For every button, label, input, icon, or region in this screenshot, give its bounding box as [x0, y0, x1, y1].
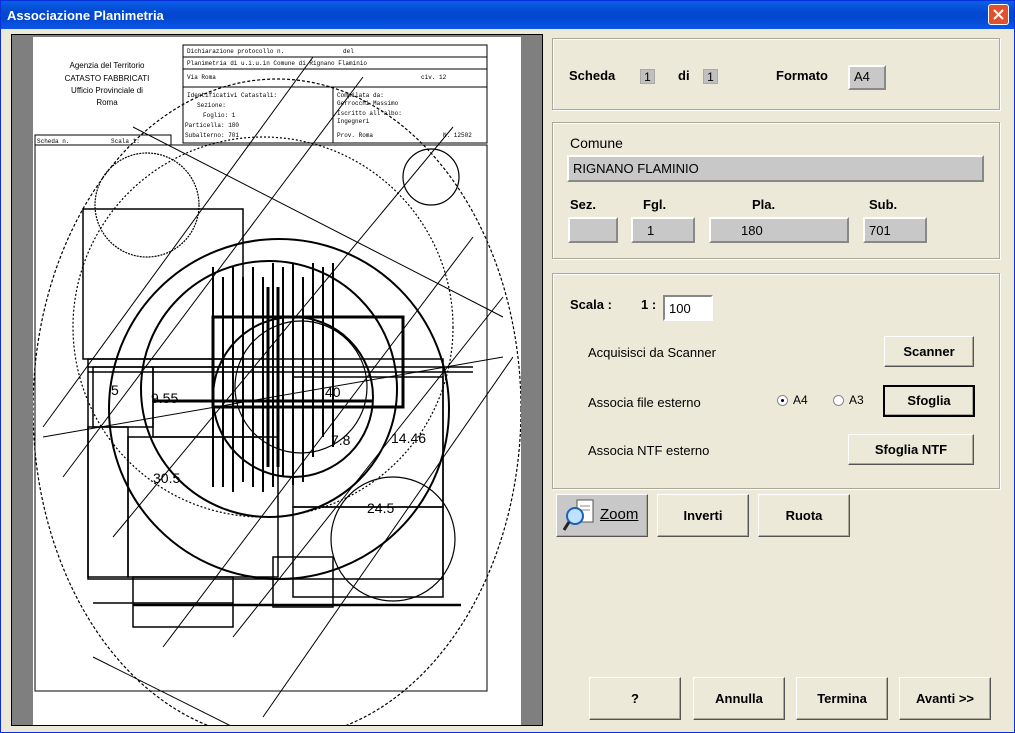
pla-field[interactable]: 180	[709, 217, 849, 243]
radio-a4[interactable]	[777, 395, 788, 406]
window-title: Associazione Planimetria	[7, 8, 164, 23]
civ-text: civ. 12	[421, 74, 447, 81]
scheda-total: 1	[703, 69, 718, 84]
sfoglia-ntf-button[interactable]: Sfoglia NTF	[848, 434, 974, 465]
org-line1: Agenzia del Territorio	[69, 61, 145, 70]
sub-field[interactable]: 701	[863, 217, 927, 243]
zoom-icon	[563, 499, 594, 531]
room-label: 30.5	[153, 470, 180, 486]
scala-label: Scala :	[570, 297, 612, 312]
file-label: Associa file esterno	[588, 395, 701, 410]
plan-viewer[interactable]: Agenzia del Territorio CATASTO FABBRICAT…	[11, 34, 543, 726]
termina-button[interactable]: Termina	[796, 677, 888, 720]
address-text: Via Roma	[187, 74, 216, 81]
scala-prefix: 1 :	[641, 297, 657, 312]
comune-label: Comune	[570, 135, 623, 151]
room-label: 14.46	[391, 430, 426, 446]
particella-text: Particella: 180	[185, 122, 239, 129]
room-label: 40	[325, 384, 341, 400]
comune-group: Comune RIGNANO FLAMINIO Sez. Fgl. 1 Pla.…	[552, 122, 1000, 259]
ntf-label: Associa NTF esterno	[588, 443, 710, 458]
scala-input[interactable]: 100	[663, 295, 713, 321]
compilata-text: Compilata da:	[337, 92, 384, 99]
close-icon	[993, 9, 1004, 20]
prov-text: Prov. Roma	[337, 132, 373, 139]
acquisition-group: Scala : 1 : 100 Acquisisci da Scanner Sc…	[552, 273, 1000, 489]
plan-page: Agenzia del Territorio CATASTO FABBRICAT…	[33, 37, 521, 725]
help-button[interactable]: ?	[589, 677, 681, 720]
scheda-of-label: di	[678, 68, 690, 83]
zoom-label: Zoom	[600, 506, 639, 523]
formato-label: Formato	[776, 68, 828, 83]
pla-label: Pla.	[752, 197, 776, 212]
foglio-text: Foglio: 1	[203, 112, 236, 119]
protocol-text: Dichiarazione protocollo n.	[187, 48, 284, 55]
room-label: 7.8	[331, 432, 351, 448]
formato-value: A4	[848, 65, 886, 90]
avanti-button[interactable]: Avanti >>	[899, 677, 991, 720]
fgl-label: Fgl.	[643, 197, 667, 212]
scanner-label: Acquisisci da Scanner	[588, 345, 716, 360]
protocol-del: del	[343, 48, 354, 55]
zoom-button[interactable]: Zoom	[556, 494, 648, 537]
title-bar: Associazione Planimetria	[1, 1, 1014, 29]
sub-label: Sub.	[869, 197, 898, 212]
inverti-button[interactable]: Inverti	[657, 494, 749, 537]
org-line4: Roma	[96, 98, 118, 107]
scheda-text: Scheda n.	[37, 138, 69, 145]
fgl-field[interactable]: 1	[631, 217, 695, 243]
radio-a4-label[interactable]: A4	[793, 393, 808, 407]
sez-label: Sez.	[570, 197, 597, 212]
close-button[interactable]	[988, 4, 1009, 25]
org-line3: Ufficio Provinciale di	[71, 86, 143, 95]
comune-field[interactable]: RIGNANO FLAMINIO	[567, 155, 984, 182]
scheda-group: Scheda 1 di 1 Formato A4	[552, 38, 1000, 110]
plan-drawing: Agenzia del Territorio CATASTO FABBRICAT…	[33, 44, 521, 725]
room-label: 9.55	[151, 390, 178, 406]
room-label: 24.5	[367, 500, 394, 516]
subalterno-text: Subalterno: 701	[185, 132, 239, 139]
sez-field[interactable]	[568, 217, 618, 243]
annulla-button[interactable]: Annulla	[693, 677, 785, 720]
scanner-button[interactable]: Scanner	[884, 336, 974, 367]
sezione-text: Sezione:	[197, 102, 226, 109]
plan-desc: Planimetria di u.i.u.in Comune di Rignan…	[187, 60, 367, 67]
ruota-button[interactable]: Ruota	[758, 494, 850, 537]
scheda-current: 1	[640, 69, 655, 84]
iscritto-text: Iscritto all'albo:	[337, 110, 402, 117]
radio-a3[interactable]	[833, 395, 844, 406]
room-label: 5	[111, 382, 119, 398]
dialog-window: Associazione Planimetria Agenzia del Ter…	[0, 0, 1015, 733]
org-line2: CATASTO FABBRICATI	[65, 74, 150, 83]
scala-text: Scala 1:	[111, 138, 140, 145]
radio-a3-label[interactable]: A3	[849, 393, 864, 407]
compilatore-text: Gerrocchi Massimo	[337, 100, 399, 107]
scheda-label: Scheda	[569, 68, 616, 83]
sfoglia-button[interactable]: Sfoglia	[883, 385, 975, 417]
albo-text: Ingegneri	[337, 118, 370, 125]
